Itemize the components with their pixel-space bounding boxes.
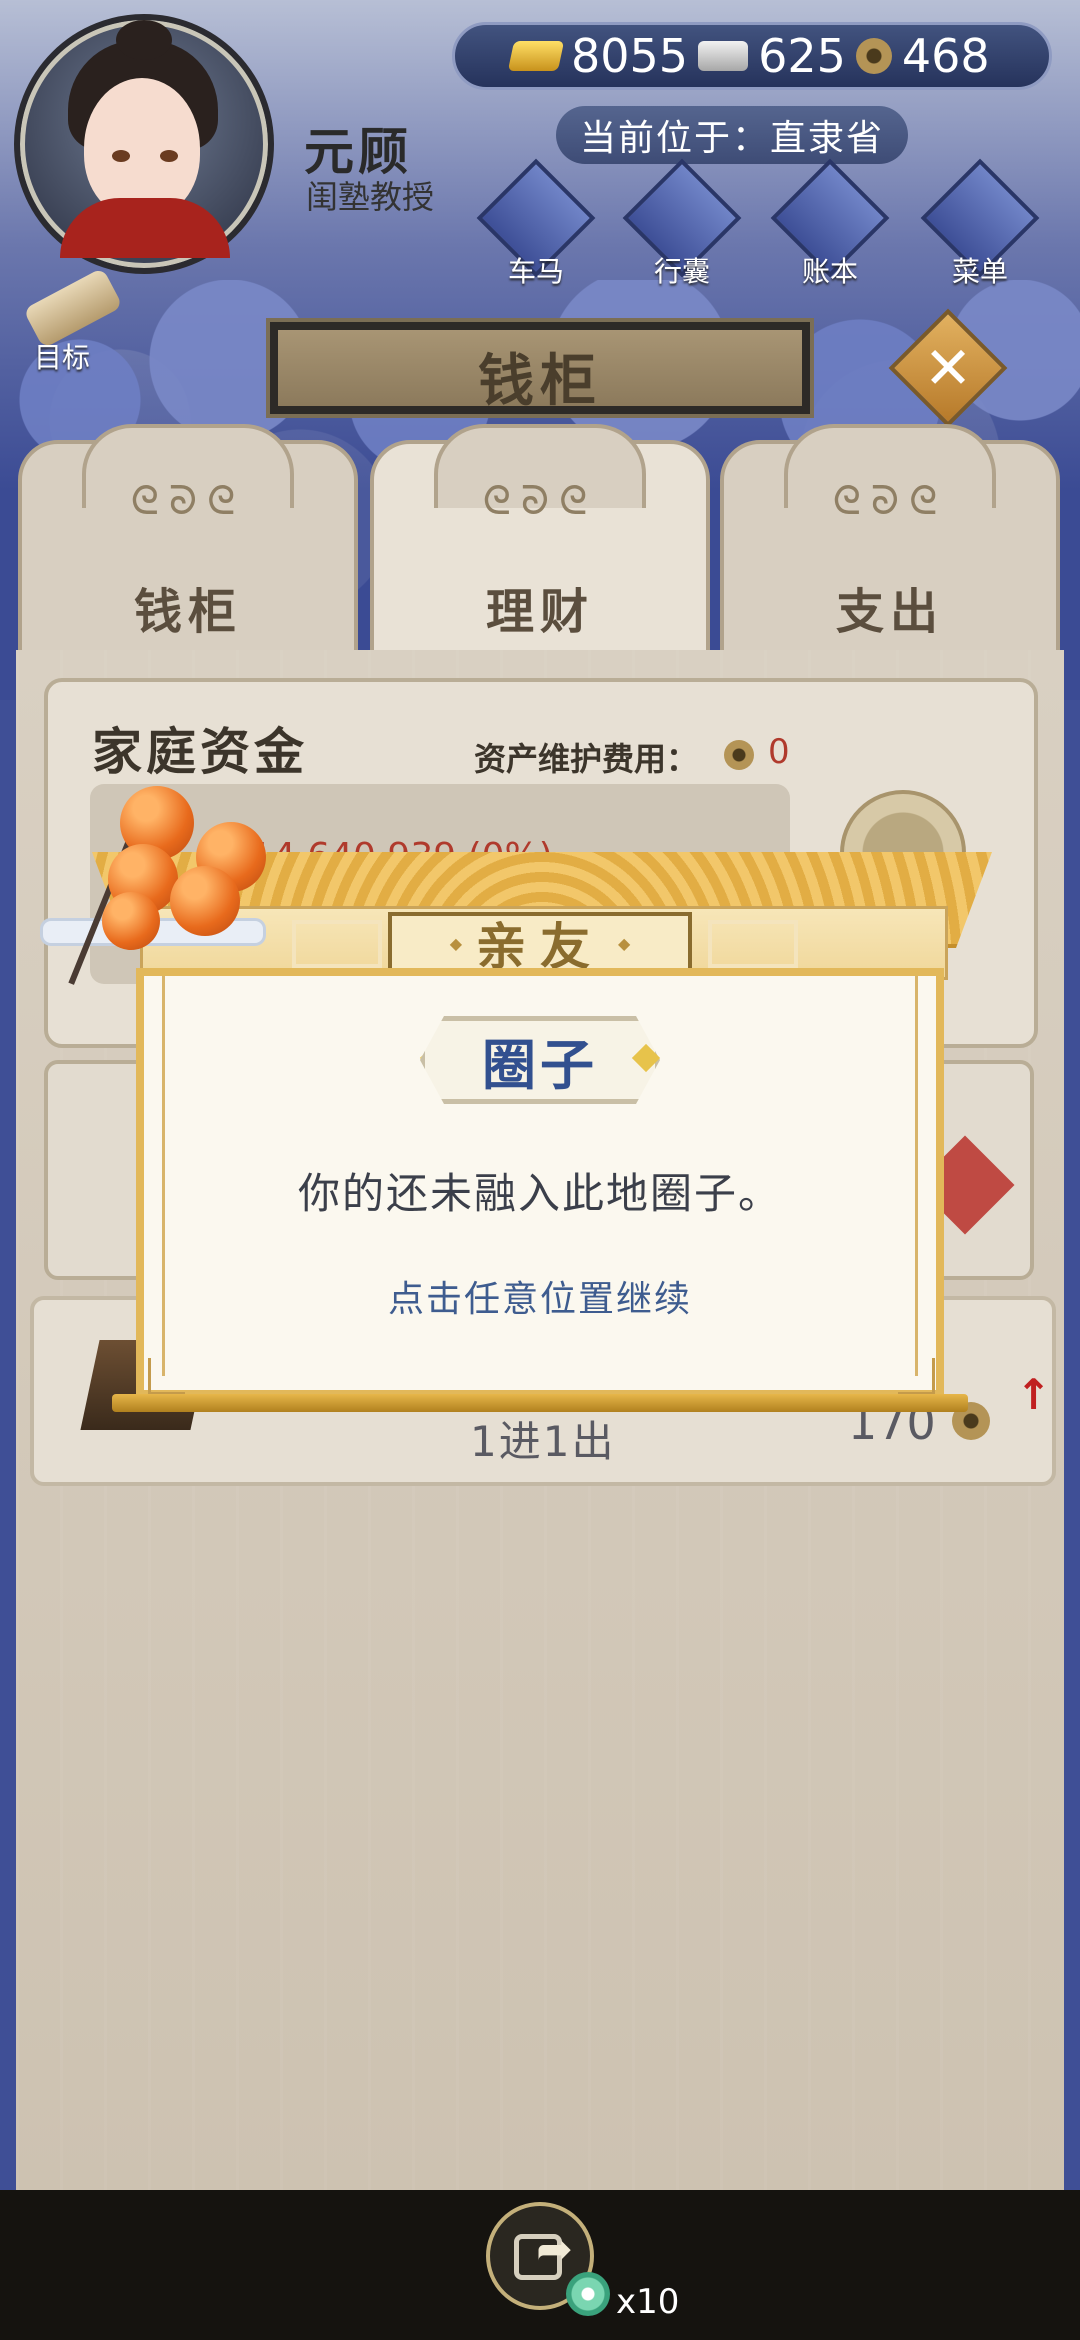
- corner-ornament: [148, 1358, 185, 1395]
- modal-header-frame: [292, 920, 382, 968]
- reward-multiplier: x10: [616, 2282, 680, 2322]
- circle-badge: 圈子: [420, 1016, 660, 1104]
- modal-header: 亲友: [388, 912, 692, 976]
- circle-badge-text: 圈子: [482, 1033, 598, 1097]
- modal-message: 你的还未融入此地圈子。: [297, 1169, 782, 1218]
- share-arrow-icon: ➦: [536, 2224, 573, 2275]
- candied-haw-icon: [102, 892, 160, 950]
- candied-haw-icon: [170, 866, 240, 936]
- modal-header-frame: [708, 920, 798, 968]
- jade-token-icon: [566, 2272, 610, 2316]
- corner-ornament: [898, 1358, 935, 1395]
- tap-to-continue-hint[interactable]: 点击任意位置继续: [136, 1270, 944, 1322]
- modal-base: [112, 1394, 968, 1412]
